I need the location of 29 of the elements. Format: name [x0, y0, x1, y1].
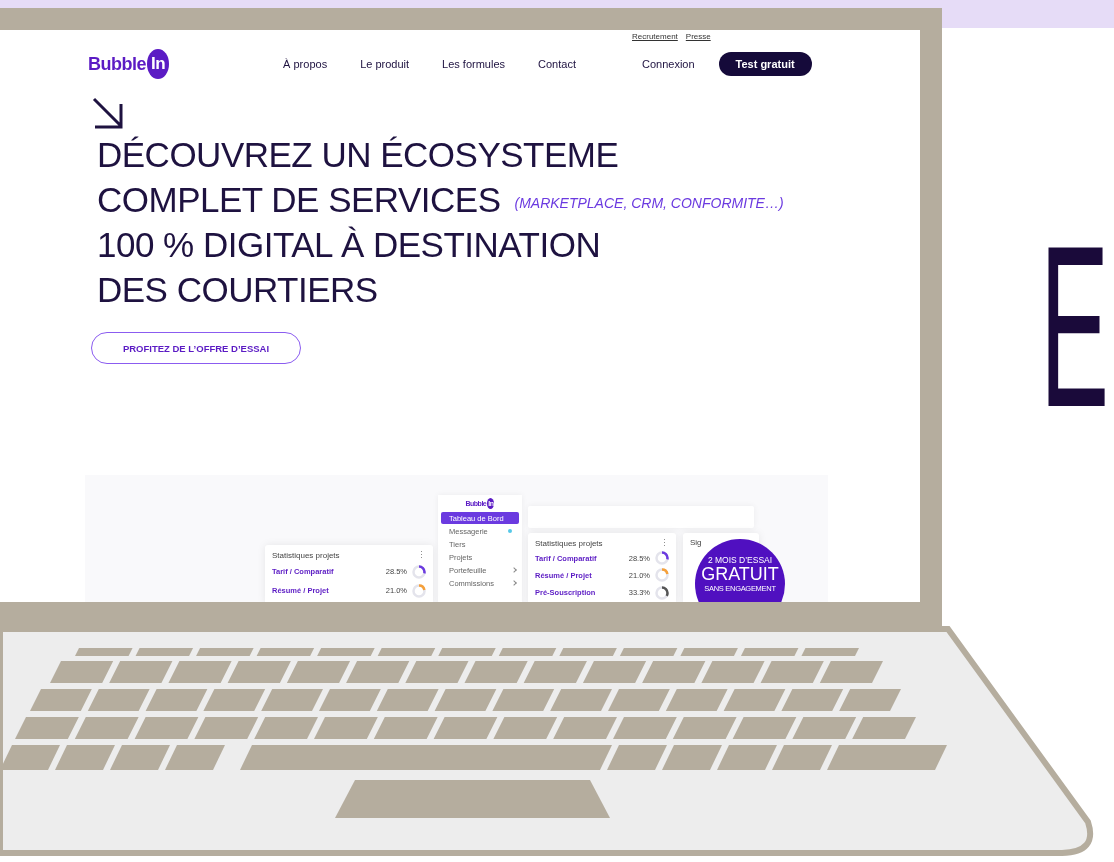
headline-aside: (MARKETPLACE, CRM, CONFORMITE…): [514, 195, 784, 213]
headline-text: COMPLET DE SERVICES: [97, 179, 501, 220]
more-icon[interactable]: ⋮: [417, 550, 426, 560]
trial-button[interactable]: Test gratuit: [718, 52, 812, 76]
headline-text: DES COURTIERS: [97, 269, 378, 310]
login-link[interactable]: Connexion: [642, 58, 695, 70]
top-link[interactable]: Recrutement: [632, 32, 678, 44]
ring-gauge-icon: [412, 583, 426, 598]
card-title: Statistiques projets: [272, 550, 340, 560]
nav-link[interactable]: Les formules: [442, 58, 506, 70]
ring-gauge-icon: [655, 568, 669, 583]
ring-gauge-icon: [655, 585, 669, 600]
card-title: Statistiques projets: [535, 538, 603, 548]
card-title: Sig: [690, 538, 702, 547]
badge-title: GRATUIT: [701, 565, 779, 584]
ring-gauge-icon: [412, 564, 426, 579]
down-right-arrow-icon: [91, 96, 125, 130]
more-icon[interactable]: ⋮: [660, 538, 669, 548]
nav-link[interactable]: Le produit: [360, 58, 410, 70]
ring-gauge-icon: [655, 551, 669, 566]
nav-link[interactable]: À propos: [283, 58, 328, 70]
badge-text: 2 MOIS D’ESSAI: [707, 555, 773, 565]
nav-link[interactable]: Contact: [538, 58, 576, 70]
headline-text: 100 % DIGITAL À DESTINATION: [97, 224, 601, 265]
top-link[interactable]: Presse: [685, 32, 711, 44]
large-letter: E: [1040, 212, 1110, 442]
offer-button[interactable]: PROFITEZ DE L’OFFRE D’ESSAI: [91, 332, 301, 364]
logo[interactable]: Bubble In: [88, 49, 170, 79]
headline-text: DÉCOUVREZ UN ÉCOSYSTEME: [97, 134, 619, 175]
